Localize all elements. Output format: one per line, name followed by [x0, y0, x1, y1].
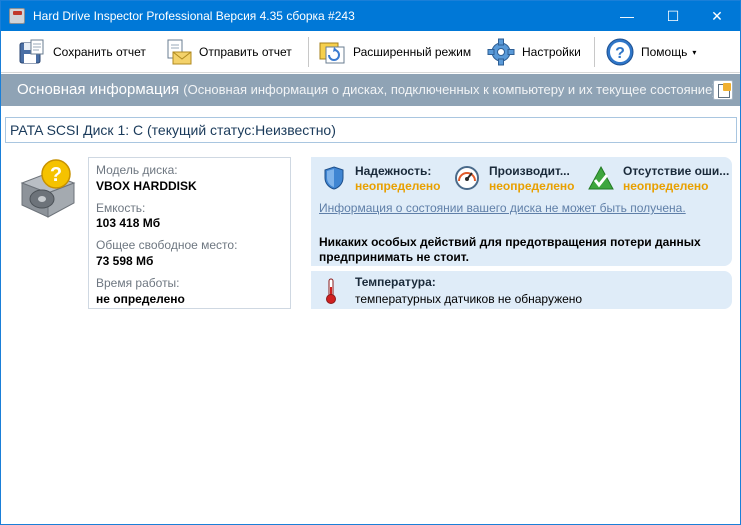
save-report-button[interactable]: Сохранить отчет [17, 35, 146, 69]
gear-icon [486, 37, 516, 67]
send-report-button[interactable]: Отправить отчет [163, 35, 292, 69]
temperature-value: температурных датчиков не обнаружено [355, 292, 583, 306]
reliability-value: неопределено [355, 179, 441, 193]
toolbar-separator [594, 37, 595, 67]
free-space-label: Общее свободное место: [96, 238, 238, 252]
toolbar: Сохранить отчет Отправить отчет Расширен… [1, 31, 740, 73]
toolbar-separator [308, 37, 309, 67]
hard-disk-unknown-icon: ? [18, 159, 76, 221]
status-panel: Надежность: неопределено Производит... н… [311, 157, 732, 266]
app-window: Hard Drive Inspector Professional Версия… [0, 0, 741, 525]
window-title: Hard Drive Inspector Professional Версия… [33, 9, 355, 23]
close-button[interactable]: ✕ [694, 1, 740, 31]
disk-info-panel: Модель диска: VBOX HARDDISK Емкость: 103… [88, 157, 291, 309]
temperature-label: Температура: [355, 275, 436, 289]
svg-text:?: ? [615, 45, 625, 62]
advanced-mode-button[interactable]: Расширенный режим [317, 35, 471, 69]
help-question-icon: ? [605, 37, 635, 67]
send-report-label: Отправить отчет [199, 45, 292, 59]
capacity-value: 103 418 Мб [96, 216, 161, 230]
errors-label: Отсутствие оши... [623, 164, 730, 178]
speedometer-icon [454, 165, 480, 191]
help-label: Помощь [641, 45, 688, 59]
send-envelope-icon [163, 37, 193, 67]
settings-button[interactable]: Настройки [486, 35, 581, 69]
checkmark-triangle-icon [588, 165, 614, 191]
thermometer-icon [325, 277, 337, 305]
disk-title: PATA SCSI Диск 1: C (текущий статус:Неиз… [10, 122, 336, 138]
errors-value: неопределено [623, 179, 709, 193]
performance-label: Производит... [489, 164, 570, 178]
disk-info-link[interactable]: Информация о состоянии вашего диска не м… [319, 201, 686, 215]
maximize-button[interactable]: ☐ [650, 1, 696, 31]
model-label: Модель диска: [96, 163, 178, 177]
save-report-label: Сохранить отчет [53, 45, 146, 59]
uptime-label: Время работы: [96, 276, 180, 290]
section-subtitle: (Основная информация о дисках, подключен… [183, 82, 717, 97]
uptime-value: не определено [96, 292, 185, 306]
disk-title-box: PATA SCSI Диск 1: C (текущий статус:Неиз… [5, 117, 737, 143]
capacity-label: Емкость: [96, 201, 146, 215]
settings-label: Настройки [522, 45, 581, 59]
save-disk-icon [17, 37, 47, 67]
performance-value: неопределено [489, 179, 575, 193]
reliability-label: Надежность: [355, 164, 432, 178]
section-title: Основная информация (Основная информация… [17, 81, 717, 98]
free-space-value: 73 598 Мб [96, 254, 154, 268]
model-value: VBOX HARDDISK [96, 179, 197, 193]
temperature-panel: Температура: температурных датчиков не о… [311, 271, 732, 309]
section-title-text: Основная информация [17, 81, 180, 98]
hard-drive-app-icon [9, 8, 25, 24]
svg-text:?: ? [50, 164, 62, 186]
help-button[interactable]: ? Помощь ▾ [605, 35, 696, 69]
advanced-mode-icon [317, 37, 347, 67]
minimize-button[interactable]: — [604, 1, 650, 31]
title-bar[interactable]: Hard Drive Inspector Professional Версия… [1, 1, 740, 31]
notes-icon[interactable] [713, 80, 733, 100]
chevron-down-icon[interactable]: ▾ [692, 48, 696, 57]
shield-icon [321, 165, 347, 191]
advanced-mode-label: Расширенный режим [353, 45, 472, 59]
advice-text: Никаких особых действий для предотвращен… [319, 235, 701, 264]
section-header: Основная информация (Основная информация… [1, 74, 740, 106]
